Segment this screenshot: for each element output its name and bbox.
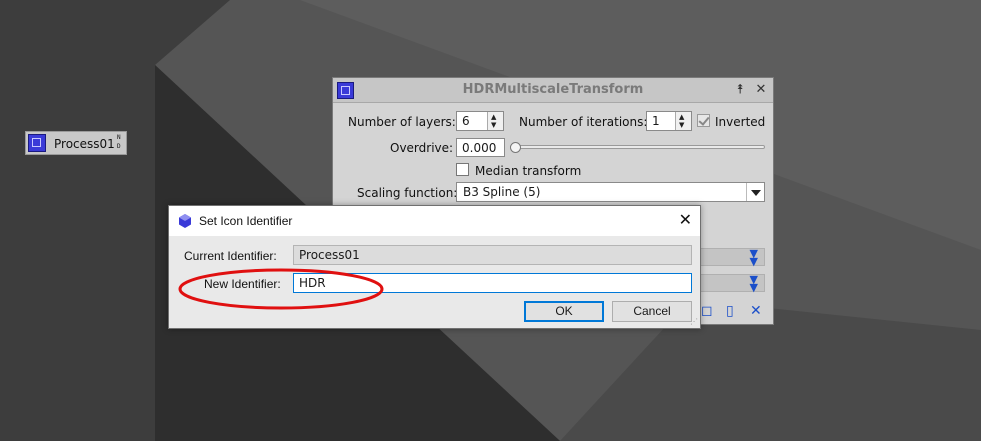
scaling-function-label: Scaling function: bbox=[357, 186, 458, 200]
scaling-function-value: B3 Spline (5) bbox=[463, 185, 541, 199]
expand-section-icon[interactable]: ▼ ▼ bbox=[750, 274, 758, 293]
reset-icon[interactable]: ✕ bbox=[750, 303, 762, 319]
new-identifier-input[interactable]: HDR bbox=[293, 273, 692, 293]
process-icon-label: Process01 bbox=[54, 137, 115, 151]
overdrive-label: Overdrive: bbox=[390, 141, 454, 155]
iterations-spinbox[interactable]: 1 ▲ ▼ bbox=[646, 111, 692, 131]
process-icon-flags: N D bbox=[117, 133, 121, 151]
set-icon-identifier-dialog: Set Icon Identifier ✕ Current Identifier… bbox=[168, 205, 701, 329]
dialog-titlebar[interactable]: Set Icon Identifier ✕ bbox=[169, 206, 700, 236]
layers-label: Number of layers: bbox=[348, 115, 456, 129]
pixinsight-logo-icon bbox=[179, 214, 191, 228]
close-icon[interactable]: ✕ bbox=[754, 82, 768, 98]
scaling-function-select[interactable]: B3 Spline (5) bbox=[456, 182, 765, 202]
current-identifier-field: Process01 bbox=[293, 245, 692, 265]
hdr-window-title: HDRMultiscaleTransform bbox=[462, 82, 644, 97]
overdrive-value: 0.000 bbox=[462, 141, 497, 155]
new-identifier-value: HDR bbox=[299, 276, 326, 290]
spin-down-icon[interactable]: ▼ bbox=[679, 121, 684, 129]
close-icon[interactable]: ✕ bbox=[679, 210, 692, 229]
flag-n: N bbox=[117, 134, 121, 141]
apply-square-icon[interactable]: ◻ bbox=[701, 303, 713, 319]
overdrive-slider-track[interactable] bbox=[510, 145, 765, 149]
spin-up-icon[interactable]: ▲ bbox=[491, 113, 496, 121]
iterations-label: Number of iterations: bbox=[519, 115, 648, 129]
layers-spinbox[interactable]: 6 ▲ ▼ bbox=[456, 111, 504, 131]
ok-button[interactable]: OK bbox=[524, 301, 604, 322]
iterations-spin-arrows[interactable]: ▲ ▼ bbox=[675, 112, 691, 130]
expand-section-icon[interactable]: ▼ ▼ bbox=[750, 248, 758, 267]
process-icon[interactable]: Process01 N D bbox=[25, 131, 127, 155]
chevron-down-icon[interactable] bbox=[746, 183, 764, 201]
spin-up-icon[interactable]: ▲ bbox=[679, 113, 684, 121]
inverted-label: Inverted bbox=[715, 115, 766, 129]
layers-value: 6 bbox=[462, 114, 470, 128]
inverted-checkbox[interactable] bbox=[697, 114, 710, 127]
dialog-title: Set Icon Identifier bbox=[199, 214, 293, 228]
resize-grip-icon[interactable]: ⋰ bbox=[690, 317, 698, 326]
current-identifier-label: Current Identifier: bbox=[184, 249, 277, 263]
hdr-window-titlebar[interactable]: HDRMultiscaleTransform ⯭ ✕ bbox=[333, 78, 773, 103]
iterations-value: 1 bbox=[652, 114, 660, 128]
new-identifier-label: New Identifier: bbox=[204, 277, 281, 291]
layers-spin-arrows[interactable]: ▲ ▼ bbox=[487, 112, 503, 130]
spin-down-icon[interactable]: ▼ bbox=[491, 121, 496, 129]
process-icon-glyph bbox=[28, 134, 46, 152]
current-identifier-value: Process01 bbox=[299, 248, 360, 262]
median-transform-checkbox[interactable] bbox=[456, 163, 469, 176]
median-transform-label: Median transform bbox=[475, 164, 582, 178]
shade-icon[interactable]: ⯭ bbox=[733, 82, 747, 98]
overdrive-input[interactable]: 0.000 bbox=[456, 138, 505, 157]
flag-d: D bbox=[117, 143, 121, 150]
document-icon[interactable]: ▯ bbox=[726, 303, 734, 319]
overdrive-slider-handle[interactable] bbox=[510, 142, 521, 153]
cancel-button[interactable]: Cancel bbox=[612, 301, 692, 322]
